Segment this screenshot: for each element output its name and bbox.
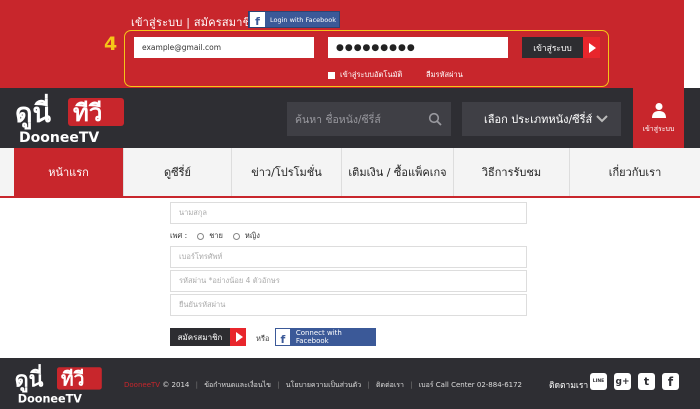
confirm-password-field[interactable]: ยืนยันรหัสผ่าน <box>170 294 527 316</box>
footer-dooneetv-logo[interactable]: ดูนี่ ทีวี DooneeTV <box>13 362 109 406</box>
footer-call-center: เบอร์ Call Center 02-884-6172 <box>418 381 523 389</box>
surname-field[interactable]: นามสกุล <box>170 202 527 224</box>
search-input[interactable]: ค้นหา ชื่อหนัง/ซีรี่ส์ <box>287 102 451 136</box>
nav-item-home[interactable]: หน้าแรก <box>14 148 124 196</box>
facebook-login-label: Login with Facebook <box>270 15 336 24</box>
gender-male-label: ชาย <box>209 231 223 240</box>
divider: | <box>195 381 198 389</box>
twitter-icon[interactable]: t <box>638 373 655 390</box>
footer-link-contact[interactable]: ติดต่อเรา <box>376 381 404 389</box>
gender-male-radio[interactable] <box>197 232 205 240</box>
gender-female-label: หญิง <box>244 231 260 240</box>
nav-item-news[interactable]: ข่าว/โปรโมชั่น <box>232 148 342 196</box>
chevron-down-icon <box>596 115 608 123</box>
logo-text-tv: ทีวี <box>61 368 84 391</box>
play-arrow-icon <box>583 37 600 58</box>
forgot-password-link[interactable]: ลืมรหัสผ่าน <box>426 69 463 81</box>
checkbox-icon <box>328 71 335 79</box>
facebook-icon[interactable]: f <box>662 373 679 390</box>
footer-copyright: © 2014 <box>162 381 190 389</box>
user-login-button[interactable]: เข้าสู่ระบบ <box>633 88 684 148</box>
logo-text-doonee: ดูนี่ <box>15 363 44 393</box>
step-number: 4 <box>104 33 118 55</box>
nav-item-topup[interactable]: เติมเงิน / ซื้อแพ็คเกจ <box>342 148 454 196</box>
divider: | <box>410 381 413 389</box>
search-icon[interactable] <box>428 112 442 126</box>
main-nav: หน้าแรก ดูซีรี่ย์ ข่าว/โปรโมชั่น เติมเงิ… <box>0 148 700 198</box>
divider: | <box>367 381 370 389</box>
login-button[interactable]: เข้าสู่ระบบ <box>522 37 600 58</box>
logo-text-dooneetv: DooneeTV <box>18 392 82 405</box>
nav-item-series[interactable]: ดูซีรี่ย์ <box>124 148 232 196</box>
divider: | <box>277 381 280 389</box>
register-button-label: สมัครสมาชิก <box>177 332 223 342</box>
remember-me-checkbox[interactable]: เข้าสู่ระบบอัตโนมัติ <box>328 69 402 81</box>
login-button-label: เข้าสู่ระบบ <box>533 43 572 54</box>
nav-item-how-to-watch[interactable]: วิธีการรับชม <box>454 148 570 196</box>
remember-me-label: เข้าสู่ระบบอัตโนมัติ <box>340 70 403 79</box>
footer-links: DooneeTV © 2014 | ข้อกำหนดและเงื่อนไข | … <box>124 380 522 391</box>
gender-female-radio[interactable] <box>232 232 240 240</box>
facebook-connect-label: Connect with Facebook <box>295 329 342 345</box>
facebook-icon: f <box>250 12 265 27</box>
register-button[interactable]: สมัครสมาชิก <box>170 328 246 346</box>
play-arrow-icon <box>230 328 246 346</box>
dooneetv-logo[interactable]: ดูนี่ ทีวี DooneeTV <box>13 92 133 146</box>
facebook-icon: f <box>276 329 290 345</box>
footer-link-terms[interactable]: ข้อกำหนดและเงื่อนไข <box>204 381 271 389</box>
user-login-label: เข้าสู่ระบบ <box>642 124 675 133</box>
category-select[interactable]: เลือก ประเภทหนัง/ซีรี่ส์ <box>462 102 621 136</box>
gender-label: เพศ : <box>170 231 188 240</box>
user-icon <box>651 102 666 118</box>
password-input[interactable] <box>328 37 508 58</box>
google-plus-icon[interactable]: g+ <box>614 373 631 390</box>
footer-brand[interactable]: DooneeTV <box>124 381 160 389</box>
login-title: เข้าสู่ระบบ | สมัครสมาชิก <box>131 16 258 29</box>
phone-field[interactable]: เบอร์โทรศัพท์ <box>170 246 527 268</box>
password-field[interactable]: รหัสผ่าน *อย่างน้อย 4 ตัวอักษร <box>170 270 527 292</box>
logo-text-tv: ทีวี <box>73 99 102 127</box>
email-input[interactable] <box>134 37 314 58</box>
gender-row: เพศ : ชาย หญิง <box>170 230 260 242</box>
footer-link-privacy[interactable]: นโยบายความเป็นส่วนตัว <box>286 381 361 389</box>
category-select-label: เลือก ประเภทหนัง/ซีรี่ส์ <box>484 113 593 126</box>
facebook-connect-button[interactable]: f Connect with Facebook <box>275 328 376 346</box>
search-placeholder: ค้นหา ชื่อหนัง/ซีรี่ส์ <box>295 113 381 126</box>
follow-us-label: ติดตามเรา <box>549 381 589 391</box>
facebook-login-button[interactable]: f Login with Facebook <box>248 11 340 28</box>
or-label: หรือ <box>256 334 270 343</box>
logo-text-doonee: ดูนี่ <box>15 93 52 130</box>
logo-text-dooneetv: DooneeTV <box>19 130 99 146</box>
line-icon[interactable]: LINE <box>590 373 607 390</box>
nav-item-about[interactable]: เกี่ยวกับเรา <box>570 148 700 196</box>
